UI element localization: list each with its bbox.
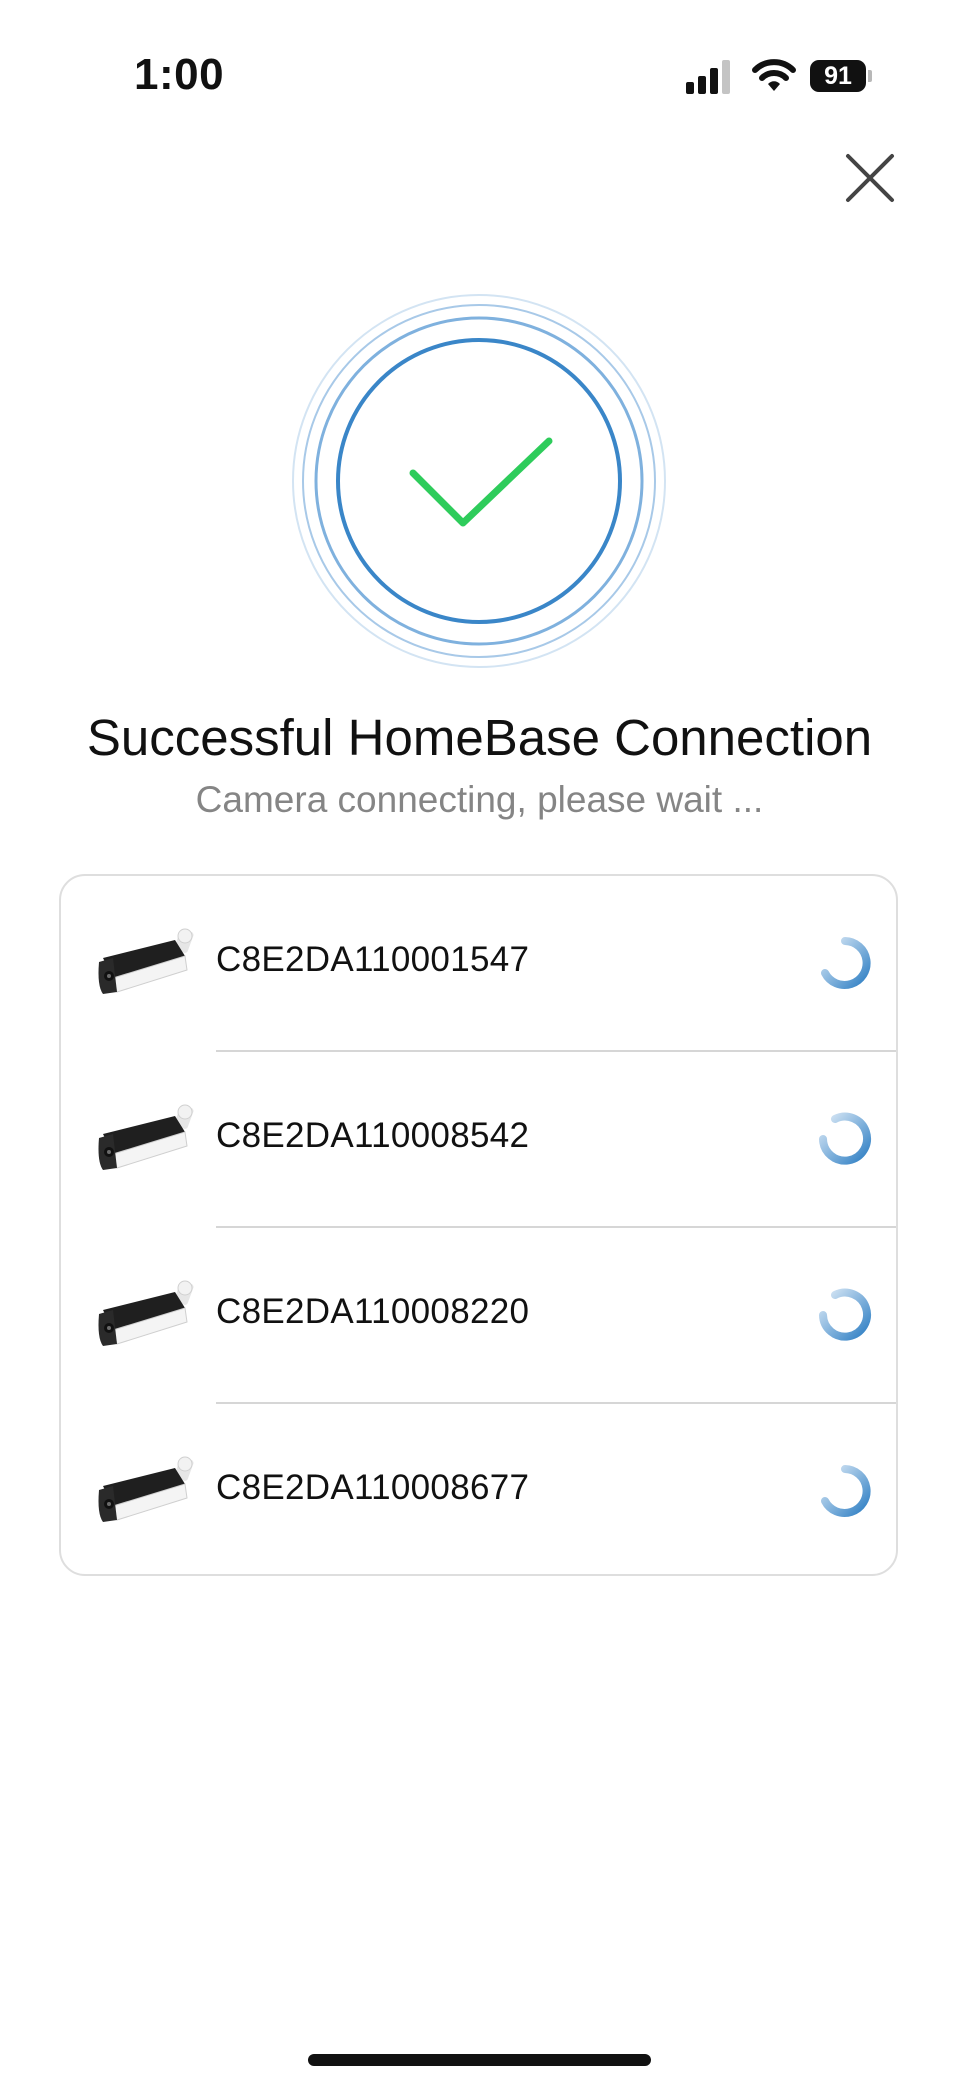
device-serial: C8E2DA110001547 [216, 940, 530, 979]
home-indicator[interactable] [308, 2054, 651, 2066]
list-item[interactable]: C8E2DA110008542 [61, 1052, 896, 1228]
page-subtitle: Camera connecting, please wait ... [195, 779, 764, 820]
loading-spinner-icon [819, 1288, 871, 1341]
battery-nub [868, 70, 872, 82]
page-title: Successful HomeBase Connection [86, 709, 873, 766]
camera-icon [98, 1104, 194, 1170]
status-indicators: 91 [686, 56, 876, 96]
list-item[interactable]: C8E2DA110008677 [61, 1404, 896, 1574]
close-button[interactable] [842, 150, 898, 206]
list-item[interactable]: C8E2DA110001547 [61, 876, 896, 1052]
device-serial: C8E2DA110008220 [216, 1292, 530, 1331]
camera-icon [98, 1280, 194, 1346]
battery-indicator: 91 [810, 60, 866, 92]
camera-icon [98, 928, 194, 994]
success-rings [292, 294, 666, 668]
device-list: C8E2DA110001547 C8E2DA110008542 C8E2DA11… [59, 874, 898, 1576]
wifi-icon [752, 59, 796, 91]
list-item[interactable]: C8E2DA110008220 [61, 1228, 896, 1404]
close-icon [846, 154, 894, 202]
success-graphic [291, 293, 667, 669]
camera-icon [98, 1456, 194, 1522]
status-time: 1:00 [134, 50, 225, 99]
device-serial: C8E2DA110008542 [216, 1116, 530, 1155]
loading-spinner-icon [821, 1465, 871, 1517]
loading-spinner-icon [821, 937, 871, 989]
device-serial: C8E2DA110008677 [216, 1468, 530, 1507]
loading-spinner-icon [819, 1112, 871, 1165]
checkmark-icon [409, 437, 553, 527]
